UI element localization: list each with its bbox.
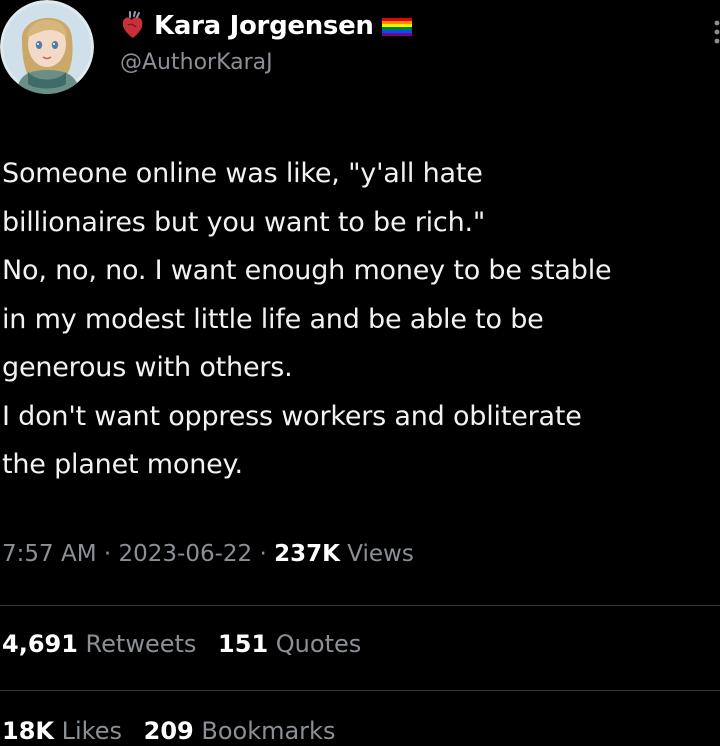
retweets-count: 4,691	[2, 630, 78, 658]
display-name[interactable]: Kara Jorgensen	[154, 11, 374, 41]
likes-count: 18K	[2, 717, 54, 745]
tweet-time[interactable]: 7:57 AM	[2, 541, 97, 567]
tweet-text: Someone online was like, "y'all hate bil…	[2, 150, 720, 490]
name-row: Kara Jorgensen	[118, 8, 412, 44]
tweet-line: No, no, no. I want enough money to be st…	[2, 255, 612, 286]
stats-row-retweets: 4,691 Retweets 151 Quotes	[2, 630, 375, 658]
retweets-label: Retweets	[77, 630, 197, 658]
likes-label: Likes	[54, 717, 122, 745]
tweet-meta: 7:57 AM · 2023-06-22 · 237K Views	[2, 541, 414, 567]
views-count: 237K	[274, 541, 340, 567]
tweet-date[interactable]: 2023-06-22	[118, 541, 252, 567]
tweet-line: Someone online was like, "y'all hate	[2, 158, 483, 189]
tweet-line: generous with others.	[2, 352, 293, 383]
rainbow-flag-icon	[381, 18, 412, 36]
bookmarks-label: Bookmarks	[193, 717, 336, 745]
author-block: Kara Jorgensen @AuthorKaraJ	[118, 8, 412, 75]
anatomical-heart-icon	[122, 11, 143, 38]
retweets-stat[interactable]: 4,691 Retweets	[2, 630, 210, 658]
bookmarks-stat[interactable]: 209 Bookmarks	[144, 717, 350, 745]
tweet-line: I don't want oppress workers and obliter…	[2, 400, 582, 432]
tweet-line: the planet money.	[2, 449, 243, 480]
tweet-line: in my modest little life and be able to …	[2, 303, 544, 335]
divider	[0, 605, 720, 606]
quotes-label: Quotes	[268, 630, 362, 658]
divider	[0, 690, 720, 691]
quotes-stat[interactable]: 151 Quotes	[218, 630, 375, 658]
meta-separator: ·	[252, 541, 275, 567]
user-handle[interactable]: @AuthorKaraJ	[120, 50, 412, 75]
more-options-icon[interactable]	[714, 20, 720, 44]
meta-separator: ·	[96, 541, 119, 567]
views-label: Views	[339, 541, 414, 567]
bookmarks-count: 209	[143, 717, 194, 745]
quotes-count: 151	[218, 630, 269, 658]
avatar-illustration	[0, 0, 94, 94]
likes-stat[interactable]: 18K Likes	[2, 717, 136, 745]
tweet-line: billionaires but you want to be rich."	[2, 206, 486, 238]
stats-row-likes: 18K Likes 209 Bookmarks	[2, 717, 349, 745]
avatar[interactable]	[0, 0, 94, 94]
